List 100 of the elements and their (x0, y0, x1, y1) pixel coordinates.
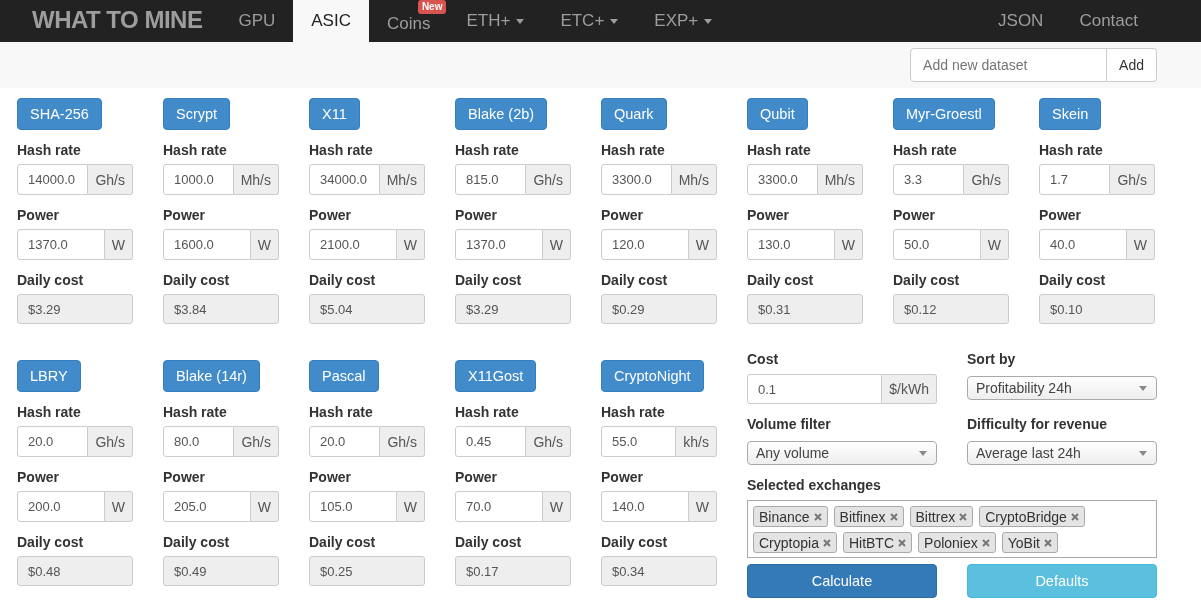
remove-icon[interactable] (1043, 538, 1052, 547)
hash-rate-input[interactable]: 815.0 (455, 164, 527, 195)
nav-dropdown[interactable]: ETC+ (542, 0, 637, 42)
select-dropdown[interactable]: Average last 24h (967, 441, 1157, 465)
algorithm-button[interactable]: Scrypt (163, 98, 231, 130)
daily-cost-field[interactable]: $0.49 (163, 556, 279, 586)
power-input[interactable]: 200.0 (17, 491, 105, 522)
daily-cost-field[interactable]: $0.48 (17, 556, 133, 586)
algorithm-button[interactable]: Quark (601, 98, 667, 130)
exchange-tag[interactable]: Binance (753, 506, 828, 527)
nav-tab[interactable]: ASIC (293, 0, 369, 42)
field-label: Power (17, 468, 59, 487)
unit-label: Gh/s (526, 426, 571, 457)
unit-label: Mh/s (817, 164, 863, 195)
exchange-tag[interactable]: HitBTC (842, 532, 913, 553)
power-input[interactable]: 205.0 (163, 491, 251, 522)
unit-label: Mh/s (379, 164, 425, 195)
brand-logo[interactable]: WHAT TO MINE (32, 0, 203, 42)
daily-cost-field[interactable]: $3.84 (163, 294, 279, 324)
hash-rate-input[interactable]: 20.0 (309, 426, 381, 457)
nav-tab[interactable]: GPU (220, 0, 294, 42)
remove-icon[interactable] (813, 512, 822, 521)
field-label: Power (455, 206, 497, 225)
field-label: Daily cost (747, 271, 814, 290)
algorithm-button[interactable]: Skein (1039, 98, 1102, 130)
daily-cost-field[interactable]: $3.29 (17, 294, 133, 324)
algorithm-button[interactable]: Blake (14r) (163, 360, 260, 392)
select-dropdown[interactable]: Any volume (747, 441, 937, 465)
power-input[interactable]: 1370.0 (455, 229, 543, 260)
algorithm-button[interactable]: CryptoNight (601, 360, 704, 392)
hash-rate-input[interactable]: 3300.0 (747, 164, 818, 195)
hash-rate-input[interactable]: 3300.0 (601, 164, 672, 195)
algorithm-button[interactable]: Blake (2b) (455, 98, 548, 130)
exchange-tag[interactable]: YoBit (1001, 532, 1058, 553)
calculate-button[interactable]: Calculate (747, 564, 937, 598)
power-input[interactable]: 70.0 (455, 491, 543, 522)
power-input[interactable]: 1370.0 (17, 229, 105, 260)
nav-dropdown[interactable]: ETH+ (448, 0, 543, 42)
hash-rate-input[interactable]: 1.7 (1039, 164, 1111, 195)
hash-rate-input[interactable]: 55.0 (601, 426, 677, 457)
daily-cost-field[interactable]: $3.29 (455, 294, 571, 324)
field-label: Daily cost (893, 271, 960, 290)
nav-tab[interactable]: Coins (368, 14, 449, 34)
algorithm-button[interactable]: X11 (309, 98, 360, 130)
exchange-tag[interactable]: Bittrex (909, 506, 974, 527)
algorithm-button[interactable]: SHA-256 (17, 98, 102, 130)
hash-rate-input[interactable]: 20.0 (17, 426, 89, 457)
daily-cost-field[interactable]: $0.29 (601, 294, 717, 324)
dataset-input[interactable]: Add new dataset (910, 48, 1108, 82)
power-input[interactable]: 40.0 (1039, 229, 1127, 260)
algorithm-button[interactable]: Qubit (747, 98, 808, 130)
daily-cost-field[interactable]: $0.17 (455, 556, 571, 586)
remove-icon[interactable] (898, 538, 907, 547)
nav-link[interactable]: JSON (980, 0, 1062, 42)
nav-link[interactable]: Contact (1061, 0, 1156, 42)
algorithm-button[interactable]: Myr-Groestl (893, 98, 995, 130)
cost-input[interactable]: 0.1 (747, 374, 883, 404)
exchange-select[interactable]: Binance Bitfinex Bittrex CryptoBridge Cryptopia HitBTC Poloniex YoBit (747, 500, 1157, 558)
daily-cost-field[interactable]: $5.04 (309, 294, 425, 324)
hash-rate-input[interactable]: 34000.0 (309, 164, 380, 195)
unit-label: W (250, 229, 279, 260)
power-input[interactable]: 1600.0 (163, 229, 251, 260)
power-input[interactable]: 130.0 (747, 229, 835, 260)
unit-label: W (542, 229, 571, 260)
remove-icon[interactable] (959, 512, 968, 521)
power-input[interactable]: 140.0 (601, 491, 689, 522)
daily-cost-field[interactable]: $0.25 (309, 556, 425, 586)
hash-rate-input[interactable]: 14000.0 (17, 164, 89, 195)
remove-icon[interactable] (889, 512, 898, 521)
unit-label: W (104, 229, 133, 260)
nav-dropdown[interactable]: EXP+ (636, 0, 731, 42)
unit-label: W (396, 491, 425, 522)
hash-rate-input[interactable]: 80.0 (163, 426, 235, 457)
algorithm-button[interactable]: LBRY (17, 360, 81, 392)
daily-cost-field[interactable]: $0.10 (1039, 294, 1155, 324)
algorithm-button[interactable]: X11Gost (455, 360, 537, 392)
exchange-tag[interactable]: Poloniex (918, 532, 996, 553)
hash-rate-input[interactable]: 0.45 (455, 426, 527, 457)
exchange-tag[interactable]: Bitfinex (833, 506, 904, 527)
exchange-tag[interactable]: CryptoBridge (979, 506, 1085, 527)
daily-cost-field[interactable]: $0.31 (747, 294, 863, 324)
daily-cost-field[interactable]: $0.34 (601, 556, 717, 586)
select-dropdown[interactable]: Profitability 24h (967, 376, 1157, 400)
power-input[interactable]: 105.0 (309, 491, 397, 522)
power-input[interactable]: 2100.0 (309, 229, 397, 260)
algorithm-button[interactable]: Pascal (309, 360, 379, 392)
power-input[interactable]: 120.0 (601, 229, 689, 260)
exchange-tag[interactable]: Cryptopia (753, 532, 837, 553)
hash-rate-input[interactable]: 3.3 (893, 164, 965, 195)
hash-rate-input[interactable]: 1000.0 (163, 164, 234, 195)
daily-cost-field[interactable]: $0.12 (893, 294, 1009, 324)
field-label: Power (601, 468, 643, 487)
remove-icon[interactable] (822, 538, 831, 547)
power-input[interactable]: 50.0 (893, 229, 981, 260)
caret-icon (1139, 451, 1147, 456)
remove-icon[interactable] (981, 538, 990, 547)
add-button[interactable]: Add (1107, 48, 1157, 82)
field-label: Power (17, 206, 59, 225)
remove-icon[interactable] (1070, 512, 1079, 521)
unit-label: Gh/s (88, 426, 133, 457)
